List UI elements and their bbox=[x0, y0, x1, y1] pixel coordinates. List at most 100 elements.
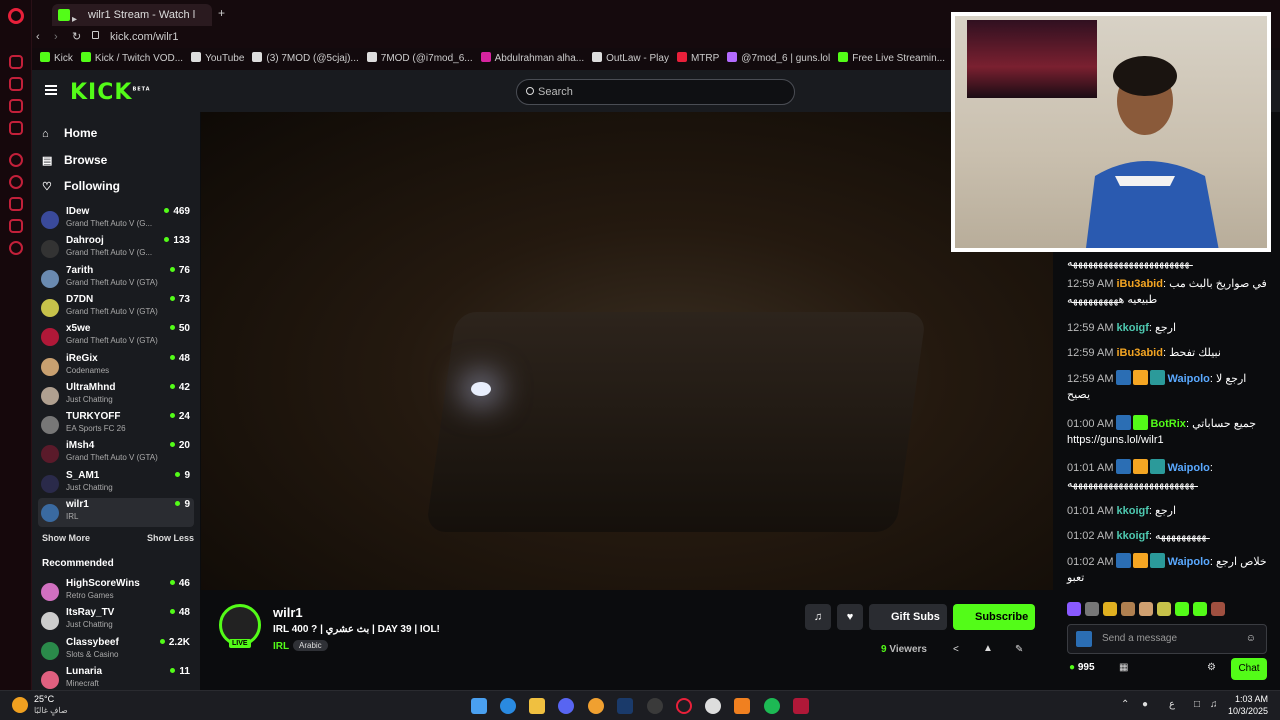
subscribe-button[interactable]: Subscribe bbox=[953, 604, 1035, 630]
show-more-button[interactable]: Show More bbox=[42, 533, 90, 543]
bookmark-item[interactable]: 7MOD (@i7mod_6... bbox=[366, 48, 473, 70]
opera-icon[interactable] bbox=[676, 698, 692, 714]
nav-home[interactable]: ⌂ Home bbox=[42, 126, 97, 140]
obs-icon[interactable] bbox=[647, 698, 663, 714]
channel-points[interactable]: ● 995 bbox=[1069, 662, 1095, 673]
clip-icon[interactable]: ✎ bbox=[1015, 644, 1023, 655]
chat-settings-icon[interactable]: ⚙ bbox=[1207, 662, 1216, 673]
emoji-icon[interactable]: ☺ bbox=[1246, 625, 1256, 653]
speed-dial-icon[interactable] bbox=[9, 55, 23, 69]
follow-button[interactable]: ♥ bbox=[837, 604, 863, 630]
aria-icon[interactable] bbox=[9, 77, 23, 91]
chat-username[interactable]: kkoigf bbox=[1116, 322, 1148, 334]
chat-message[interactable]: 01:02 AM kkoigf: ـهههههههههه bbox=[1067, 528, 1267, 544]
weather-icon[interactable] bbox=[12, 697, 28, 713]
clock-time[interactable]: 1:03 AM bbox=[1235, 694, 1268, 704]
nav-browse[interactable]: ▤ Browse bbox=[42, 153, 107, 167]
edge-icon[interactable] bbox=[500, 698, 516, 714]
downloads-icon[interactable] bbox=[9, 197, 23, 211]
share-icon[interactable]: < bbox=[953, 644, 959, 655]
chat-username[interactable]: Waipolo bbox=[1167, 556, 1209, 568]
lock-icon[interactable] bbox=[92, 31, 99, 39]
channel-item[interactable]: ItsRay_TV Just Chatting 48 bbox=[38, 606, 194, 635]
emote-bar[interactable] bbox=[1067, 602, 1267, 620]
category-link[interactable]: IRL bbox=[273, 641, 289, 652]
chat-message[interactable]: 01:00 AM BotRix: جميع حساباتي https://gun… bbox=[1067, 415, 1267, 448]
new-tab-button[interactable]: + bbox=[218, 6, 225, 20]
chat-username[interactable]: iBu3abid bbox=[1116, 278, 1162, 290]
bookmark-item[interactable]: Kick bbox=[40, 48, 73, 70]
messenger-icon[interactable] bbox=[9, 99, 23, 113]
channel-item[interactable]: HighScoreWins Retro Games 46 bbox=[38, 577, 194, 606]
volume-icon[interactable]: ♫ bbox=[1210, 699, 1218, 710]
report-icon[interactable]: ▲ bbox=[983, 643, 993, 654]
discord-icon[interactable] bbox=[558, 698, 574, 714]
channel-item[interactable]: Lunaria Minecraft 11 bbox=[38, 665, 194, 690]
bookmark-item[interactable]: Kick / Twitch VOD... bbox=[80, 48, 183, 70]
bookmark-item[interactable]: Abdulrahman alha... bbox=[480, 48, 584, 70]
extensions-icon[interactable] bbox=[9, 219, 23, 233]
spotify-icon[interactable] bbox=[764, 698, 780, 714]
player-icon[interactable] bbox=[9, 153, 23, 167]
chat-send-button[interactable]: Chat bbox=[1231, 658, 1267, 680]
clock-date[interactable]: 10/3/2025 bbox=[1228, 706, 1268, 716]
show-less-button[interactable]: Show Less bbox=[147, 533, 194, 543]
channel-item[interactable]: Dahrooj Grand Theft Auto V (G... 133 bbox=[38, 234, 194, 263]
channel-item[interactable]: Classybeef Slots & Casino 2.2K bbox=[38, 636, 194, 665]
app-icon[interactable] bbox=[588, 698, 604, 714]
chat-message[interactable]: 12:59 AM iBu3abid: في صواريخ بالبث مب طبي… bbox=[1067, 276, 1267, 308]
settings-icon[interactable] bbox=[9, 241, 23, 255]
channel-item[interactable]: iReGix Codenames 48 bbox=[38, 352, 194, 381]
language-tag[interactable]: Arabic bbox=[293, 640, 328, 651]
channel-item[interactable]: S_AM1 Just Chatting 9 bbox=[38, 469, 194, 498]
channel-item[interactable]: wilr1 IRL 9 bbox=[38, 498, 194, 527]
chat-message[interactable]: ـهههههههههههههههههههههههه bbox=[1067, 255, 1267, 271]
back-icon[interactable]: ‹ bbox=[36, 31, 40, 43]
channel-item[interactable]: x5we Grand Theft Auto V (GTA) 50 bbox=[38, 322, 194, 351]
channel-item[interactable]: 7arith Grand Theft Auto V (GTA) 76 bbox=[38, 264, 194, 293]
instagram-icon[interactable] bbox=[9, 121, 23, 135]
bookmark-item[interactable]: YouTube bbox=[191, 48, 244, 70]
chat-username[interactable]: Waipolo bbox=[1167, 373, 1209, 385]
reload-icon[interactable]: ↻ bbox=[72, 30, 81, 43]
gift-subs-button[interactable]: Gift Subs bbox=[869, 604, 947, 630]
search-input[interactable]: Search bbox=[516, 79, 795, 105]
app3-icon[interactable] bbox=[734, 698, 750, 714]
store-icon[interactable]: ▦ bbox=[1119, 662, 1128, 673]
chat-message[interactable]: 12:59 AM iBu3abid: نبيلك تفحط bbox=[1067, 345, 1267, 361]
nav-following[interactable]: ♡ Following bbox=[42, 179, 120, 193]
steam-icon[interactable] bbox=[617, 698, 633, 714]
chat-username[interactable]: iBu3abid bbox=[1116, 347, 1162, 359]
chat-message[interactable]: 01:01 AM Waipolo: ـهههههههههههههههههههههه… bbox=[1067, 459, 1267, 492]
history-icon[interactable] bbox=[9, 175, 23, 189]
start-icon[interactable] bbox=[471, 698, 487, 714]
bookmark-item[interactable]: (3) 7MOD (@5cjaj)... bbox=[252, 48, 359, 70]
mic-icon[interactable]: ● bbox=[1142, 699, 1148, 710]
channel-item[interactable]: iMsh4 Grand Theft Auto V (GTA) 20 bbox=[38, 439, 194, 468]
tab-active[interactable]: ▸ wilr1 Stream - Watch l bbox=[52, 4, 212, 26]
chat-username[interactable]: BotRix bbox=[1150, 418, 1185, 430]
kick-logo[interactable]: KICKBETA bbox=[70, 80, 151, 105]
chat-message[interactable]: 01:01 AM kkoigf: ارجع bbox=[1067, 503, 1267, 519]
chat-username[interactable]: kkoigf bbox=[1116, 505, 1148, 517]
chat-username[interactable]: Waipolo bbox=[1167, 462, 1209, 474]
channel-item[interactable]: UltraMhnd Just Chatting 42 bbox=[38, 381, 194, 410]
tray-chevron-icon[interactable]: ⌃ bbox=[1121, 699, 1129, 710]
network-icon[interactable]: □ bbox=[1194, 699, 1200, 710]
video-player[interactable] bbox=[201, 112, 1053, 590]
chat-message[interactable]: 12:59 AM kkoigf: ارجع bbox=[1067, 320, 1267, 336]
url-field[interactable]: kick.com/wilr1 bbox=[110, 31, 178, 43]
bookmark-item[interactable]: Free Live Streamin... bbox=[838, 48, 945, 70]
audio-playing-icon[interactable]: ▸ bbox=[72, 9, 77, 26]
forward-icon[interactable]: › bbox=[54, 31, 58, 43]
chat-message[interactable]: 12:59 AM Waipolo: ارجع لا يصيح bbox=[1067, 370, 1267, 403]
app2-icon[interactable] bbox=[705, 698, 721, 714]
explorer-icon[interactable] bbox=[529, 698, 545, 714]
lang-indicator[interactable]: ع bbox=[1169, 699, 1175, 710]
notification-bell-button[interactable]: ♫ bbox=[805, 604, 831, 630]
bookmark-item[interactable]: OutLaw - Play bbox=[592, 48, 669, 70]
channel-item[interactable]: IDew Grand Theft Auto V (G... 469 bbox=[38, 205, 194, 234]
channel-item[interactable]: D7DN Grand Theft Auto V (GTA) 73 bbox=[38, 293, 194, 322]
opera-logo-icon[interactable] bbox=[8, 8, 24, 24]
app4-icon[interactable] bbox=[793, 698, 809, 714]
